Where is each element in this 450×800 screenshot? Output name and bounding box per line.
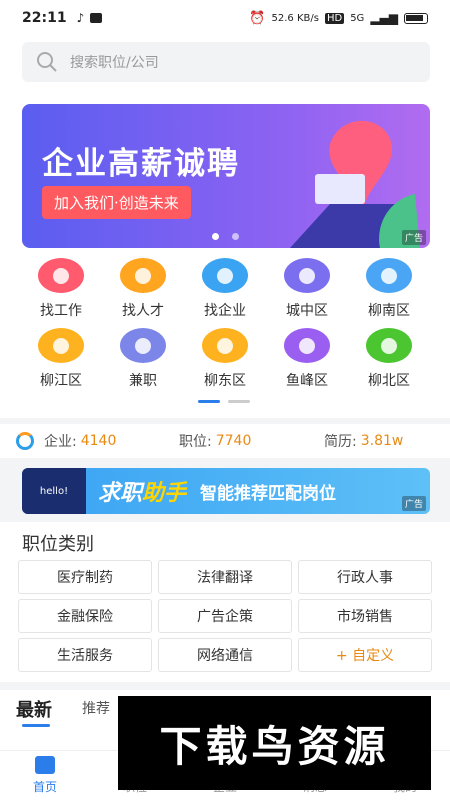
ad-badge: 广告 xyxy=(401,496,426,511)
grid-item[interactable]: 找企业 xyxy=(184,258,266,320)
grid-item[interactable]: 城中区 xyxy=(266,258,348,320)
grid-item[interactable]: 柳江区 xyxy=(20,328,102,390)
stat-jobs: 职位: 7740 xyxy=(179,433,252,450)
location-pin-icon xyxy=(284,258,330,293)
grid-item-label: 柳江区 xyxy=(40,373,82,389)
stat-resumes: 简历: 3.81w xyxy=(324,433,404,450)
grid-item[interactable]: 找人才 xyxy=(102,258,184,320)
category-chip[interactable]: 市场销售 xyxy=(298,599,432,633)
banner-slogan: 加入我们·创造未来 xyxy=(42,186,191,219)
grid-item-label: 城中区 xyxy=(286,303,328,319)
icon-glyph xyxy=(217,337,233,354)
location-pin-icon xyxy=(38,328,84,363)
category-chip[interactable]: 医疗制药 xyxy=(18,560,152,594)
banner-dot xyxy=(212,233,219,240)
status-bar: 22:11 ♪ ⏰ 52.6 KB/s HD 5G ▂▄▆ xyxy=(0,0,450,36)
hd-badge: HD xyxy=(324,12,345,24)
assistant-title: 求职助手 xyxy=(98,481,187,506)
grid-item[interactable]: 柳南区 xyxy=(348,258,430,320)
grid-item-label: 找人才 xyxy=(122,303,164,319)
tab-active-indicator xyxy=(22,724,50,727)
home-icon xyxy=(35,756,55,774)
pager-indicator xyxy=(228,400,250,403)
grid-item[interactable]: 柳东区 xyxy=(184,328,266,390)
status-right: ⏰ 52.6 KB/s HD 5G ▂▄▆ xyxy=(249,11,428,26)
search-icon xyxy=(37,52,57,72)
custom-category-button[interactable]: + 自定义 xyxy=(298,638,432,672)
icon-glyph xyxy=(299,267,315,284)
grid-item[interactable]: 兼职 xyxy=(102,328,184,390)
category-icon-grid: 找工作 找人才 找企业 城中区 柳南区柳江区 兼职 柳东区 鱼峰区 柳北区 xyxy=(0,258,450,390)
notification-icon: ♪ xyxy=(76,11,85,25)
person-icon xyxy=(120,258,166,293)
category-chip[interactable]: 法律翻译 xyxy=(158,560,292,594)
stats-bar: 企业: 4140 职位: 7740 简历: 3.81w xyxy=(0,424,450,458)
search-bar[interactable]: 搜索职位/公司 xyxy=(22,42,430,82)
grid-item-label: 找企业 xyxy=(204,303,246,319)
nav-item[interactable]: 首页 xyxy=(0,751,90,800)
icon-glyph xyxy=(135,267,151,284)
icon-glyph xyxy=(381,337,397,354)
category-chip[interactable]: 广告企策 xyxy=(158,599,292,633)
search-placeholder: 搜索职位/公司 xyxy=(70,55,159,71)
status-time: 22:11 xyxy=(22,10,67,26)
category-chip[interactable]: 网络通信 xyxy=(158,638,292,672)
category-chip[interactable]: 行政人事 xyxy=(298,560,432,594)
icon-glyph xyxy=(135,337,151,354)
promo-banner[interactable]: 企业高薪诚聘 加入我们·创造未来 广告 xyxy=(22,104,430,248)
grid-pager xyxy=(198,400,250,403)
app-logo-icon xyxy=(16,432,34,450)
status-notification-icons: ♪ xyxy=(77,11,103,25)
woman-laptop-illustration xyxy=(290,120,420,248)
icon-glyph xyxy=(381,267,397,284)
location-pin-icon xyxy=(202,328,248,363)
grid-item-label: 鱼峰区 xyxy=(286,373,328,389)
icon-glyph xyxy=(217,267,233,284)
alarm-icon: ⏰ xyxy=(249,10,266,26)
tab-latest[interactable]: 最新 xyxy=(16,696,52,722)
grid-item[interactable]: 柳北区 xyxy=(348,328,430,390)
job-assistant-banner[interactable]: hello! 求职助手 智能推荐匹配岗位 广告 xyxy=(22,468,430,514)
assistant-subtitle: 智能推荐匹配岗位 xyxy=(200,483,337,504)
tab-recommend[interactable]: 推荐 xyxy=(82,698,110,718)
icon-glyph xyxy=(53,337,69,354)
banner-title: 企业高薪诚聘 xyxy=(42,146,240,182)
icon-glyph xyxy=(299,337,315,354)
grid-item-label: 柳东区 xyxy=(204,373,246,389)
briefcase-icon xyxy=(38,258,84,293)
watermark-overlay: 下载鸟资源 xyxy=(118,696,431,790)
job-category-title: 职位类别 xyxy=(22,534,94,555)
building-icon xyxy=(202,258,248,293)
category-chip[interactable]: 金融保险 xyxy=(18,599,152,633)
battery-icon xyxy=(404,12,428,24)
network-type: 5G xyxy=(350,12,365,24)
job-category-grid: 医疗制药 法律翻译 行政人事金融保险 广告企策 市场销售生活服务 网络通信 + 自定义 xyxy=(18,560,432,672)
robot-icon: hello! xyxy=(22,468,86,514)
location-pin-icon xyxy=(366,328,412,363)
grid-item-label: 兼职 xyxy=(129,373,157,389)
grid-item-label: 柳南区 xyxy=(368,303,410,319)
stat-companies: 企业: 4140 xyxy=(44,433,117,450)
location-pin-icon xyxy=(284,328,330,363)
grid-item[interactable]: 找工作 xyxy=(20,258,102,320)
grid-item-label: 柳北区 xyxy=(368,373,410,389)
location-pin-icon xyxy=(366,258,412,293)
pager-indicator-active xyxy=(198,400,220,403)
net-speed: 52.6 KB/s xyxy=(271,12,319,24)
icon-glyph xyxy=(53,267,69,284)
nav-item-label: 首页 xyxy=(32,780,57,794)
grid-item-label: 找工作 xyxy=(40,303,82,319)
signal-icon: ▂▄▆ xyxy=(370,11,398,25)
app-notification-icon xyxy=(90,13,103,23)
grid-item[interactable]: 鱼峰区 xyxy=(266,328,348,390)
category-chip[interactable]: 生活服务 xyxy=(18,638,152,672)
money-bag-icon xyxy=(120,328,166,363)
banner-dot xyxy=(232,233,239,240)
ad-badge: 广告 xyxy=(401,230,426,245)
